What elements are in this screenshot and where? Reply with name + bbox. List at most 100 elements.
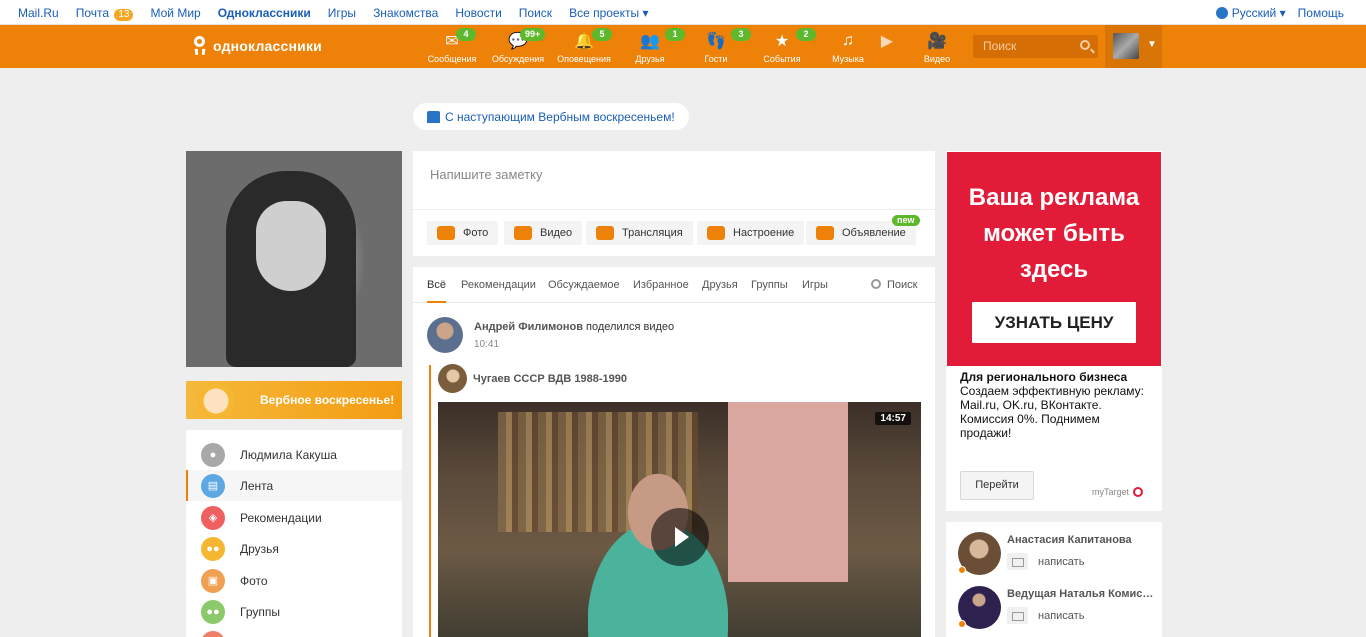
nav-messages-label: Сообщения (427, 54, 477, 64)
nav-video[interactable]: 🎥 Видео (913, 25, 961, 68)
tab-discussed[interactable]: Обсуждаемое (548, 279, 620, 291)
link-mail-label[interactable]: Почта (76, 6, 109, 20)
avatar[interactable] (427, 317, 463, 353)
search-icon[interactable] (1080, 40, 1090, 50)
write-link[interactable]: написать (1038, 610, 1084, 622)
nav-discussions[interactable]: 💬 99+ Обсуждения (490, 25, 546, 68)
tab-favorites[interactable]: Избранное (633, 279, 689, 291)
note-input[interactable]: Напишите заметку (430, 167, 542, 182)
friend-name[interactable]: Анастасия Капитанова (1007, 534, 1157, 546)
language-select[interactable]: Русский ▾ (1232, 6, 1286, 20)
video-player[interactable]: 14:57 (438, 402, 921, 637)
write-link[interactable]: написать (1038, 556, 1084, 568)
music-play-button[interactable]: ▶ (874, 25, 900, 68)
link-all-projects[interactable]: Все проекты ▾ (569, 6, 648, 21)
nav-messages[interactable]: ✉ 4 Сообщения (424, 25, 480, 68)
link-odnoklassniki[interactable]: Одноклассники (218, 6, 311, 21)
sidebar-item-more[interactable] (186, 627, 402, 637)
post-action: поделился видео (586, 321, 675, 333)
ad-brand-label[interactable]: myTarget (1092, 487, 1129, 497)
nav-music-label: Музыка (832, 54, 864, 64)
mailbar-right: Русский ▾ Помощь (1215, 6, 1344, 20)
ad-brand[interactable]: myTarget (1092, 487, 1144, 497)
sidebar-item-groups[interactable]: ●● Группы (186, 596, 402, 627)
all-projects-label[interactable]: Все проекты (569, 6, 639, 20)
holiday-banner[interactable]: С наступающим Вербным воскресеньем! (413, 103, 689, 130)
holiday-promo-label[interactable]: Вербное воскресенье! (260, 393, 394, 407)
nav-friends-label: Друзья (635, 54, 665, 64)
chevron-down-icon[interactable]: ▼ (1147, 39, 1157, 50)
child-illustration-icon (186, 381, 248, 419)
messages-count: 4 (456, 28, 476, 41)
composer-mood-button[interactable]: Настроение (697, 221, 805, 245)
search-input[interactable] (973, 35, 1073, 57)
feed-icon: ▤ (201, 473, 225, 498)
chevron-down-icon: ▾ (1279, 6, 1286, 20)
play-button[interactable] (651, 508, 709, 566)
globe-icon (1215, 7, 1228, 19)
friends-online: Анастасия Капитанова написать Ведущая На… (946, 522, 1162, 637)
header-search[interactable] (973, 35, 1098, 58)
composer-stream-button[interactable]: Трансляция (586, 221, 693, 245)
nav-events[interactable]: ★ 2 События (755, 25, 816, 68)
link-moy-mir[interactable]: Мой Мир (150, 6, 200, 21)
guests-count: 3 (731, 28, 751, 41)
user-avatar[interactable] (1113, 33, 1139, 59)
composer-mood-label: Настроение (733, 227, 795, 239)
composer-stream-label: Трансляция (622, 227, 683, 239)
composer-video-button[interactable]: Видео (504, 221, 583, 245)
ad-title[interactable]: Для регионального бизнеса (960, 370, 1127, 384)
group-name[interactable]: Чугаев СССР ВДВ 1988-1990 (473, 373, 627, 385)
link-news[interactable]: Новости (455, 6, 501, 21)
sidebar-item-profile[interactable]: ● Людмила Какуша (186, 439, 402, 470)
language-label[interactable]: Русский (1232, 6, 1277, 20)
sidebar-item-photo[interactable]: ▣ Фото (186, 565, 402, 596)
share-indicator (429, 365, 431, 637)
link-games[interactable]: Игры (328, 6, 356, 21)
logo-text: одноклассники (213, 38, 322, 54)
events-icon: ★ (774, 33, 790, 50)
divider (413, 209, 935, 210)
help-link[interactable]: Помощь (1298, 6, 1344, 20)
tab-friends[interactable]: Друзья (702, 279, 738, 291)
ok-logo[interactable]: одноклассники (193, 36, 322, 56)
ad-banner[interactable]: Ваша реклама может быть здесь УЗНАТЬ ЦЕН… (947, 152, 1161, 366)
message-icon[interactable] (1007, 607, 1028, 624)
groups-icon: ●● (201, 599, 225, 624)
tab-groups[interactable]: Группы (751, 279, 788, 291)
sidebar-item-recommendations[interactable]: ◈ Рекомендации (186, 502, 402, 533)
list-item: Анастасия Капитанова написать (946, 522, 1162, 576)
composer-photo-button[interactable]: Фото (427, 221, 499, 245)
mail-count-badge: 13 (114, 9, 134, 21)
message-icon[interactable] (1007, 553, 1028, 570)
feed-search-label[interactable]: Поиск (887, 279, 917, 291)
feed-search[interactable]: Поиск (871, 279, 917, 291)
friend-name[interactable]: Ведущая Наталья Комиссарова (1007, 588, 1157, 600)
link-search[interactable]: Поиск (519, 6, 552, 21)
sidebar-item-friends[interactable]: ●● Друзья (186, 533, 402, 564)
tab-recommendations[interactable]: Рекомендации (461, 279, 536, 291)
announcement-icon (816, 226, 834, 240)
nav-notifications[interactable]: 🔔 5 Оповещения (556, 25, 612, 68)
user-menu[interactable]: ▼ (1105, 25, 1162, 68)
post-author-name[interactable]: Андрей Филимонов (474, 321, 583, 333)
tab-all[interactable]: Всё (427, 279, 446, 303)
ad-cta-button[interactable]: УЗНАТЬ ЦЕНУ (972, 302, 1136, 343)
tab-games[interactable]: Игры (802, 279, 828, 291)
post-header: Андрей Филимонов поделился видео (474, 321, 674, 333)
holiday-promo-banner[interactable]: Вербное воскресенье! (186, 381, 402, 419)
video-camera-icon: 🎥 (927, 33, 947, 50)
sidebar-item-feed[interactable]: ▤ Лента (186, 470, 402, 501)
nav-music[interactable]: ♫ Музыка (823, 25, 873, 68)
ad-headline: Ваша реклама может быть здесь (968, 184, 1140, 283)
profile-photo[interactable] (186, 151, 402, 367)
nav-guests[interactable]: 👣 3 Гости (689, 25, 751, 68)
nav-events-label: События (763, 54, 801, 64)
ad-go-button[interactable]: Перейти (960, 471, 1034, 500)
holiday-banner-text[interactable]: С наступающим Вербным воскресеньем! (445, 110, 675, 124)
link-dating[interactable]: Знакомства (373, 6, 438, 21)
group-avatar[interactable] (438, 364, 467, 393)
link-mail[interactable]: Почта 13 (76, 6, 134, 21)
link-mailru[interactable]: Mail.Ru (18, 6, 59, 21)
nav-friends[interactable]: 👥 1 Друзья (623, 25, 685, 68)
